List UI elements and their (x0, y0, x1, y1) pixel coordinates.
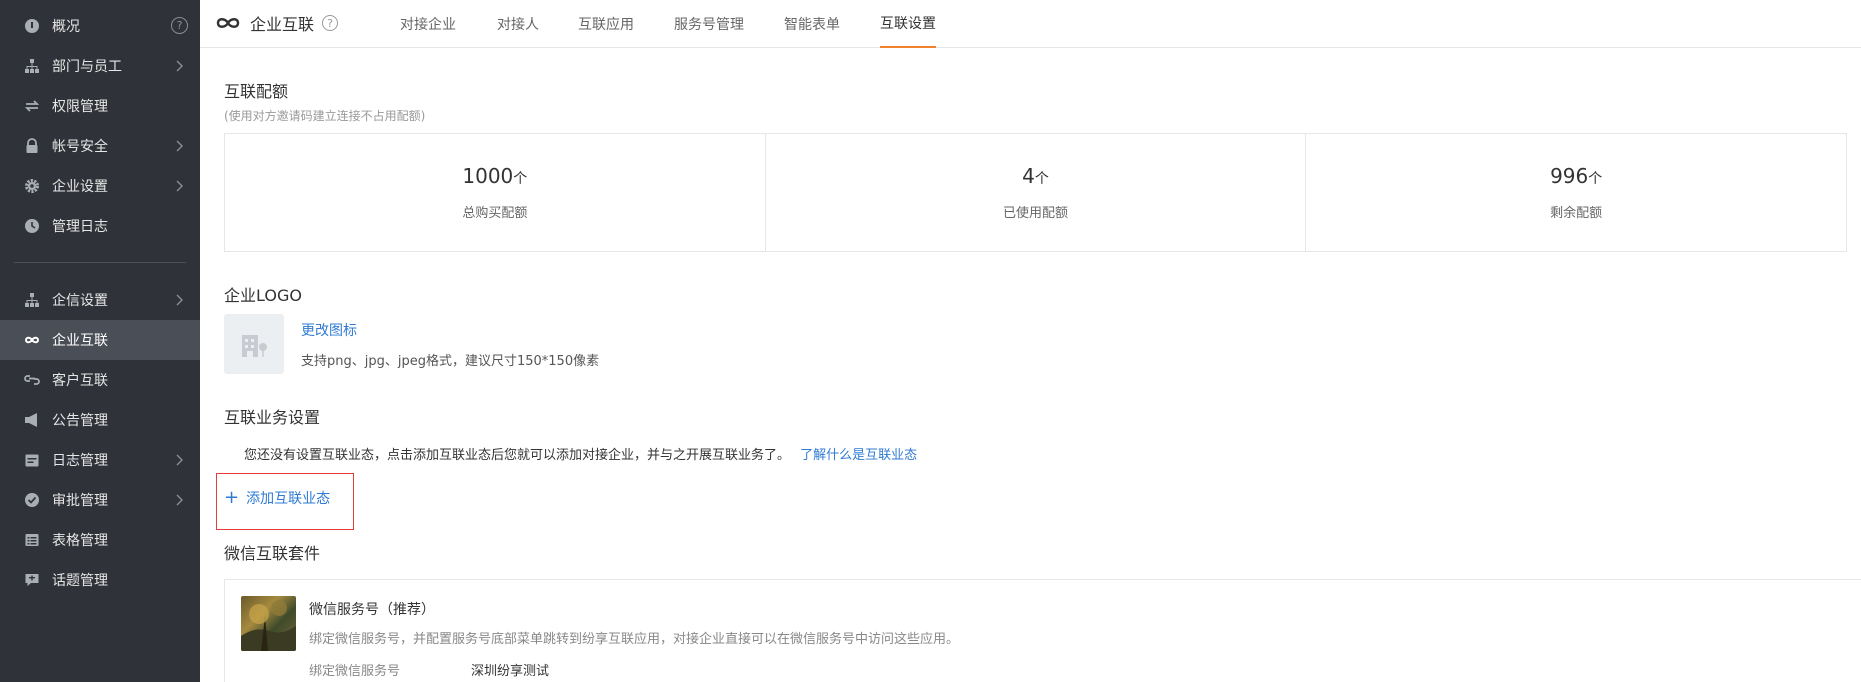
plus-icon: + (224, 487, 240, 508)
sidebar-item-label: 话题管理 (52, 573, 108, 589)
logo-title: 企业LOGO (224, 286, 302, 305)
tab-contacts[interactable]: 对接人 (497, 0, 539, 48)
sidebar-item-log-management[interactable]: 日志管理 (0, 440, 200, 480)
sidebar-item-label: 客户互联 (52, 373, 108, 389)
page-title: 企业互联 (250, 15, 315, 34)
learn-interconnect-link[interactable]: 了解什么是互联业态 (800, 448, 917, 463)
clock-icon (24, 218, 40, 234)
calendar-icon (24, 452, 40, 468)
quota-used-value: 4 (1022, 164, 1035, 188)
gear-icon (24, 178, 40, 194)
org-tree-icon (24, 292, 40, 308)
chevron-right-icon (172, 453, 186, 467)
sidebar-item-admin-log[interactable]: 管理日志 (0, 206, 200, 246)
sidebar-item-customer-interconnect[interactable]: 客户互联 (0, 360, 200, 400)
business-notice-text: 您还没有设置互联业态，点击添加互联业态后您就可以添加对接企业，并与之开展互联业务… (244, 448, 791, 463)
wechat-item-description: 绑定微信服务号，并配置服务号底部菜单跳转到纷享互联应用，对接企业直接可以在微信服… (309, 632, 960, 647)
add-interconnect-button[interactable]: + 添加互联业态 (224, 488, 330, 508)
top-bar: 企业互联 ? 对接企业 对接人 互联应用 服务号管理 智能表单 互联设置 (200, 0, 1861, 48)
change-logo-link[interactable]: 更改图标 (301, 320, 357, 340)
chevron-right-icon (172, 293, 186, 307)
sidebar-item-label: 帐号安全 (52, 139, 108, 155)
sidebar-item-label: 审批管理 (52, 493, 108, 509)
tab-interconnect-settings[interactable]: 互联设置 (880, 0, 936, 48)
sidebar-item-table-management[interactable]: 表格管理 (0, 520, 200, 560)
quota-total-value: 1000 (462, 164, 514, 188)
chevron-right-icon (172, 59, 186, 73)
sidebar-item-label: 概况 (52, 19, 80, 35)
sidebar-item-permissions[interactable]: 权限管理 (0, 86, 200, 126)
sidebar-item-label: 企信设置 (52, 293, 108, 309)
sidebar-item-announcements[interactable]: 公告管理 (0, 400, 200, 440)
lock-icon (24, 138, 40, 154)
quota-hint: (使用对方邀请码建立连接不占用配额) (224, 109, 426, 123)
sidebar-item-messaging-settings[interactable]: 企信设置 (0, 280, 200, 320)
sidebar-divider (14, 262, 186, 263)
infinity-icon (216, 15, 240, 31)
wechat-service-card: 微信服务号（推荐） 绑定微信服务号，并配置服务号底部菜单跳转到纷享互联应用，对接… (224, 579, 1861, 682)
chevron-right-icon (172, 139, 186, 153)
quota-used: 4个 已使用配额 (766, 134, 1307, 251)
wechat-account-avatar (241, 596, 296, 651)
tab-interconnect-apps[interactable]: 互联应用 (578, 0, 634, 48)
chat-icon (24, 572, 40, 588)
sidebar-item-label: 公告管理 (52, 413, 108, 429)
brand: 企业互联 ? (216, 0, 339, 46)
sidebar-item-departments[interactable]: 部门与员工 (0, 46, 200, 86)
business-notice: 您还没有设置互联业态，点击添加互联业态后您就可以添加对接企业，并与之开展互联业务… (244, 444, 917, 463)
quota-unit: 个 (1034, 171, 1049, 187)
tab-service-accounts[interactable]: 服务号管理 (674, 0, 744, 48)
quota-title: 互联配额 (224, 82, 289, 101)
sidebar-item-label: 权限管理 (52, 99, 108, 115)
wechat-item-title: 微信服务号（推荐） (309, 602, 435, 618)
dashboard-icon (24, 18, 40, 34)
wechat-bind-label: 绑定微信服务号 (309, 664, 401, 679)
company-logo-placeholder (224, 314, 284, 374)
wechat-title: 微信互联套件 (224, 544, 321, 563)
sidebar-item-approvals[interactable]: 审批管理 (0, 480, 200, 520)
chevron-right-icon (172, 179, 186, 193)
sidebar-item-label: 日志管理 (52, 453, 108, 469)
quota-unit: 个 (1588, 171, 1603, 187)
sidebar: 概况 ? 部门与员工 权限管理 帐号安全 企业设置 管理日志 企信设置 企业互联… (0, 0, 200, 682)
building-icon (242, 335, 267, 357)
add-interconnect-label: 添加互联业态 (246, 491, 331, 507)
sidebar-item-label: 企业设置 (52, 179, 108, 195)
logo-hint: 支持png、jpg、jpeg格式，建议尺寸150*150像素 (301, 354, 600, 369)
sidebar-item-company-settings[interactable]: 企业设置 (0, 166, 200, 206)
quota-remaining-label: 剩余配额 (1550, 206, 1603, 221)
check-badge-icon (24, 492, 40, 508)
chevron-right-icon (172, 493, 186, 507)
sidebar-item-topics[interactable]: 话题管理 (0, 560, 200, 600)
sidebar-item-label: 表格管理 (52, 533, 108, 549)
table-icon (24, 532, 40, 548)
wechat-bind-value: 深圳纷享测试 (471, 664, 550, 679)
quota-panel: 1000个 总购买配额 4个 已使用配额 996个 剩余配额 (224, 133, 1847, 252)
sync-icon (24, 98, 40, 114)
quota-total-label: 总购买配额 (462, 206, 528, 221)
sidebar-item-enterprise-interconnect[interactable]: 企业互联 (0, 320, 200, 360)
sidebar-item-account-security[interactable]: 帐号安全 (0, 126, 200, 166)
business-title: 互联业务设置 (224, 408, 321, 427)
sidebar-item-label: 部门与员工 (52, 59, 122, 75)
quota-unit: 个 (513, 171, 528, 187)
help-icon[interactable]: ? (171, 17, 188, 34)
link-icon (24, 372, 40, 388)
sidebar-item-overview[interactable]: 概况 ? (0, 6, 200, 46)
quota-total: 1000个 总购买配额 (225, 134, 766, 251)
quota-remaining: 996个 剩余配额 (1306, 134, 1846, 251)
megaphone-icon (24, 412, 40, 428)
quota-remaining-value: 996 (1550, 164, 1589, 188)
quota-used-label: 已使用配额 (1003, 206, 1069, 221)
infinity-icon (24, 332, 40, 348)
tab-smart-forms[interactable]: 智能表单 (784, 0, 840, 48)
tab-connected-companies[interactable]: 对接企业 (400, 0, 456, 48)
sidebar-item-label: 企业互联 (52, 333, 108, 349)
help-icon[interactable]: ? (322, 15, 339, 31)
sidebar-item-label: 管理日志 (52, 219, 108, 235)
org-tree-icon (24, 58, 40, 74)
